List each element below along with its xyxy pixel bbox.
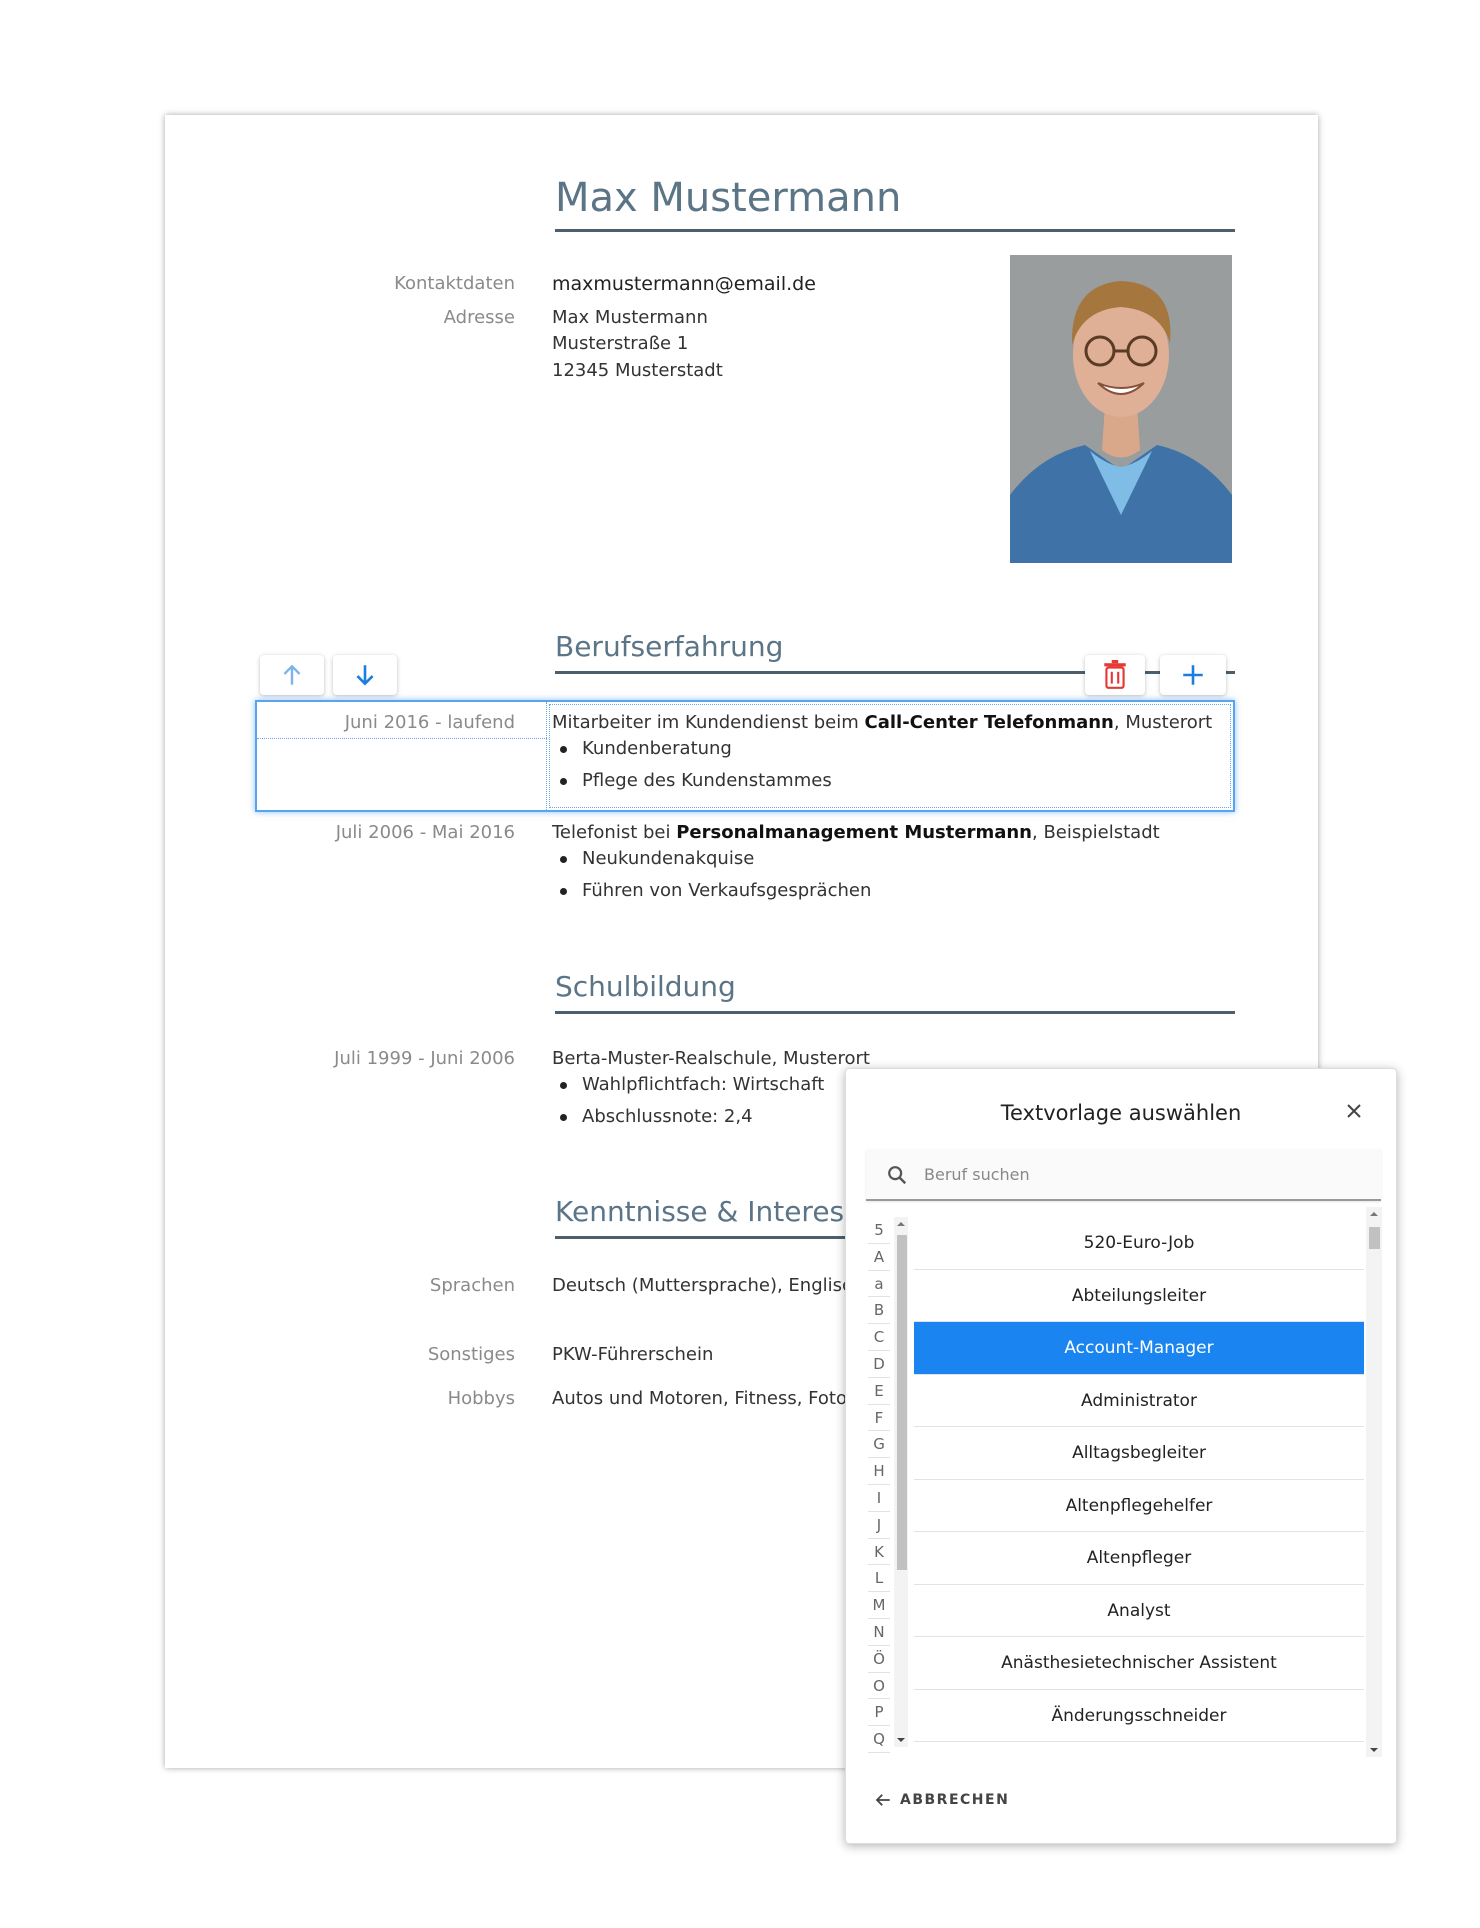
close-icon — [1347, 1104, 1361, 1118]
skills-value-other[interactable]: PKW-Führerschein — [552, 1344, 713, 1365]
contact-label: Kontaktdaten — [394, 273, 515, 294]
move-up-button[interactable] — [260, 655, 324, 695]
skills-label-languages: Sprachen — [429, 1275, 515, 1296]
move-down-button[interactable] — [333, 655, 397, 695]
scroll-up-icon[interactable] — [896, 1219, 906, 1229]
alphabet-letter[interactable]: M — [868, 1592, 890, 1619]
address-line-2[interactable]: Musterstraße 1 — [552, 333, 688, 354]
delete-entry-button[interactable] — [1085, 655, 1145, 695]
list-item[interactable]: Neukundenakquise — [559, 843, 871, 875]
profession-list-scrollbar-thumb[interactable] — [1369, 1227, 1380, 1249]
alphabet-letter[interactable]: D — [868, 1351, 890, 1378]
education-school-1[interactable]: Berta-Muster-Realschule, Musterort — [552, 1048, 870, 1069]
address-line-1[interactable]: Max Mustermann — [552, 307, 708, 328]
selected-entry-divider — [257, 738, 547, 739]
alphabet-letter[interactable]: N — [868, 1619, 890, 1646]
alphabet-letter[interactable]: J — [868, 1512, 890, 1539]
list-item[interactable]: 520-Euro-Job — [914, 1217, 1364, 1270]
skills-value-hobbies[interactable]: Autos und Motoren, Fitness, Fotogr — [552, 1388, 866, 1409]
dialog-close-button[interactable] — [1342, 1099, 1366, 1123]
alphabet-letter[interactable]: a — [868, 1271, 890, 1298]
add-entry-button[interactable] — [1160, 655, 1226, 695]
profile-photo[interactable] — [1010, 255, 1232, 563]
list-item[interactable]: Kundenberatung — [560, 733, 832, 765]
plus-icon — [1183, 665, 1203, 685]
alphabet-scrollbar-thumb[interactable] — [897, 1235, 907, 1570]
dialog-title: Textvorlage auswählen — [1000, 1101, 1242, 1125]
list-item[interactable]: Administrator — [914, 1375, 1364, 1427]
experience-bullets-1[interactable]: Kundenberatung Pflege des Kundenstammes — [560, 733, 832, 797]
experience-bullets-2[interactable]: Neukundenakquise Führen von Verkaufsgesp… — [559, 843, 871, 907]
profession-list[interactable]: 520-Euro-Job Abteilungsleiter Account-Mana… — [914, 1217, 1366, 1757]
resume-name-title[interactable]: Max Mustermann — [555, 175, 1235, 232]
cancel-label: ABBRECHEN — [900, 1792, 1010, 1808]
list-item[interactable]: Wahlpflichtfach: Wirtschaft — [559, 1069, 824, 1101]
arrow-down-icon — [356, 665, 374, 686]
address-line-3[interactable]: 12345 Musterstadt — [552, 360, 723, 381]
address-label: Adresse — [443, 307, 515, 328]
experience-date-1[interactable]: Juni 2016 - laufend — [345, 712, 515, 733]
alphabet-letter[interactable]: E — [868, 1378, 890, 1405]
section-title-education[interactable]: Schulbildung — [555, 970, 1235, 1014]
cancel-button[interactable]: ABBRECHEN — [874, 1785, 1009, 1815]
arrow-up-icon — [283, 664, 301, 685]
contact-email[interactable]: maxmustermann@email.de — [552, 273, 816, 295]
alphabet-index[interactable]: 5AaBCDEFGHIJKLMNÖOPQ — [868, 1217, 890, 1753]
education-bullets-1[interactable]: Wahlpflichtfach: Wirtschaft Abschlussnot… — [559, 1069, 824, 1133]
alphabet-letter[interactable]: Ö — [868, 1646, 890, 1673]
alphabet-letter[interactable]: G — [868, 1431, 890, 1459]
search-icon — [888, 1166, 907, 1185]
skills-value-languages[interactable]: Deutsch (Muttersprache), Englisch — [552, 1275, 863, 1296]
alphabet-letter[interactable]: F — [868, 1405, 890, 1432]
trash-icon — [1104, 660, 1126, 689]
search-input[interactable] — [924, 1149, 1364, 1199]
alphabet-letter[interactable]: L — [868, 1565, 890, 1593]
list-item[interactable]: Abschlussnote: 2,4 — [559, 1101, 824, 1133]
profession-list-scrollbar[interactable] — [1366, 1207, 1382, 1757]
list-item[interactable]: Altenpfleger — [914, 1532, 1364, 1585]
scroll-down-icon[interactable] — [1369, 1745, 1379, 1755]
alphabet-letter[interactable]: Q — [868, 1726, 890, 1753]
template-select-dialog: Textvorlage auswählen 5AaBCDEFGHIJKLMNÖO… — [845, 1068, 1397, 1844]
alphabet-letter[interactable]: B — [868, 1297, 890, 1325]
list-item[interactable]: Abteilungsleiter — [914, 1270, 1364, 1322]
alphabet-scrollbar[interactable] — [894, 1217, 908, 1747]
experience-date-2[interactable]: Juli 2006 - Mai 2016 — [336, 822, 515, 843]
list-item[interactable]: Analyst — [914, 1585, 1364, 1637]
alphabet-letter[interactable]: C — [868, 1324, 890, 1351]
alphabet-letter[interactable]: 5 — [868, 1217, 890, 1244]
list-item[interactable]: Alltagsbegleiter — [914, 1427, 1364, 1480]
skills-label-hobbies: Hobbys — [447, 1388, 515, 1409]
list-item[interactable]: Anforderungsmanager — [914, 1742, 1364, 1757]
list-item-selected[interactable]: Account-Manager — [914, 1322, 1364, 1375]
arrow-left-icon — [875, 1794, 890, 1806]
search-field[interactable] — [866, 1149, 1381, 1201]
alphabet-letter[interactable]: A — [868, 1244, 890, 1271]
scroll-up-icon[interactable] — [1369, 1209, 1379, 1219]
alphabet-letter[interactable]: H — [868, 1458, 890, 1485]
list-item[interactable]: Führen von Verkaufsgesprächen — [559, 875, 871, 907]
skills-label-other: Sonstiges — [427, 1344, 515, 1365]
list-item[interactable]: Änderungsschneider — [914, 1690, 1364, 1742]
alphabet-letter[interactable]: K — [868, 1539, 890, 1566]
experience-role-2[interactable]: Telefonist bei Personalmanagement Muster… — [552, 822, 1160, 843]
alphabet-letter[interactable]: I — [868, 1485, 890, 1512]
experience-role-1[interactable]: Mitarbeiter im Kundendienst beim Call-Ce… — [552, 712, 1212, 733]
profile-photo-image — [1010, 255, 1232, 563]
scroll-down-icon[interactable] — [896, 1735, 906, 1745]
list-item[interactable]: Anästhesietechnischer Assistent — [914, 1637, 1364, 1690]
education-date-1[interactable]: Juli 1999 - Juni 2006 — [334, 1048, 515, 1069]
alphabet-letter[interactable]: P — [868, 1699, 890, 1727]
list-item[interactable]: Altenpflegehelfer — [914, 1480, 1364, 1532]
alphabet-letter[interactable]: O — [868, 1673, 890, 1700]
list-item[interactable]: Pflege des Kundenstammes — [560, 765, 832, 797]
